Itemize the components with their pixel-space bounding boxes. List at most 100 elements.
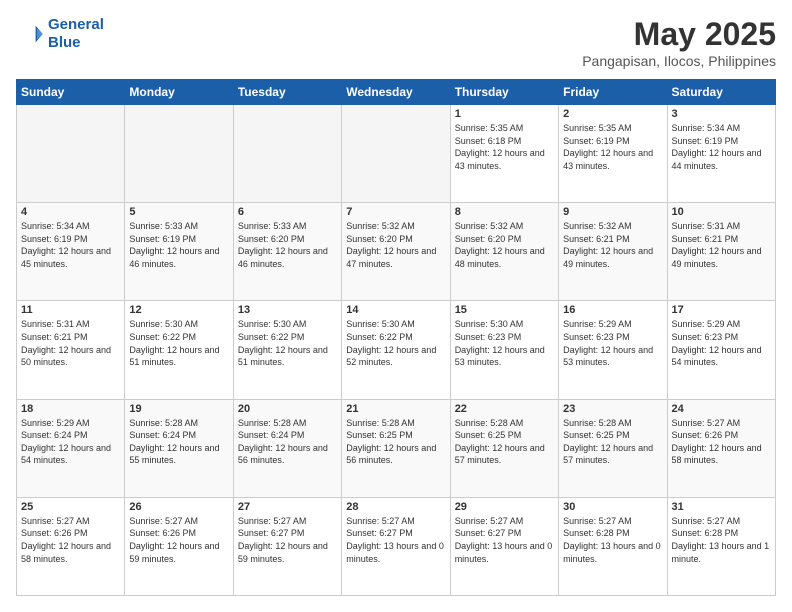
calendar-cell: 19 Sunrise: 5:28 AM Sunset: 6:24 PM Dayl…: [125, 399, 233, 497]
calendar-cell: 14 Sunrise: 5:30 AM Sunset: 6:22 PM Dayl…: [342, 301, 450, 399]
calendar-cell: 15 Sunrise: 5:30 AM Sunset: 6:23 PM Dayl…: [450, 301, 558, 399]
header: General Blue May 2025 Pangapisan, Ilocos…: [16, 16, 776, 69]
calendar-week-row: 11 Sunrise: 5:31 AM Sunset: 6:21 PM Dayl…: [17, 301, 776, 399]
calendar-cell: 3 Sunrise: 5:34 AM Sunset: 6:19 PM Dayli…: [667, 105, 775, 203]
weekday-header: Friday: [559, 80, 667, 105]
weekday-header: Monday: [125, 80, 233, 105]
title-block: May 2025 Pangapisan, Ilocos, Philippines: [582, 16, 776, 69]
calendar-cell: 16 Sunrise: 5:29 AM Sunset: 6:23 PM Dayl…: [559, 301, 667, 399]
day-number: 17: [672, 304, 771, 316]
calendar-cell: 27 Sunrise: 5:27 AM Sunset: 6:27 PM Dayl…: [233, 497, 341, 595]
day-number: 15: [455, 304, 554, 316]
calendar-cell: 30 Sunrise: 5:27 AM Sunset: 6:28 PM Dayl…: [559, 497, 667, 595]
day-info: Sunrise: 5:27 AM Sunset: 6:26 PM Dayligh…: [129, 515, 228, 565]
day-info: Sunrise: 5:34 AM Sunset: 6:19 PM Dayligh…: [21, 220, 120, 270]
calendar-cell: 8 Sunrise: 5:32 AM Sunset: 6:20 PM Dayli…: [450, 203, 558, 301]
weekday-header: Tuesday: [233, 80, 341, 105]
calendar-week-row: 25 Sunrise: 5:27 AM Sunset: 6:26 PM Dayl…: [17, 497, 776, 595]
day-number: 31: [672, 501, 771, 513]
day-number: 19: [129, 403, 228, 415]
day-number: 10: [672, 206, 771, 218]
day-number: 9: [563, 206, 662, 218]
calendar-cell: 26 Sunrise: 5:27 AM Sunset: 6:26 PM Dayl…: [125, 497, 233, 595]
logo-line1: General: [48, 16, 104, 33]
day-info: Sunrise: 5:34 AM Sunset: 6:19 PM Dayligh…: [672, 122, 771, 172]
day-info: Sunrise: 5:27 AM Sunset: 6:26 PM Dayligh…: [21, 515, 120, 565]
calendar-header-row: SundayMondayTuesdayWednesdayThursdayFrid…: [17, 80, 776, 105]
logo-icon: [16, 20, 44, 48]
day-info: Sunrise: 5:29 AM Sunset: 6:23 PM Dayligh…: [672, 318, 771, 368]
calendar-cell: 1 Sunrise: 5:35 AM Sunset: 6:18 PM Dayli…: [450, 105, 558, 203]
calendar-table: SundayMondayTuesdayWednesdayThursdayFrid…: [16, 79, 776, 596]
weekday-header: Thursday: [450, 80, 558, 105]
day-info: Sunrise: 5:29 AM Sunset: 6:23 PM Dayligh…: [563, 318, 662, 368]
day-info: Sunrise: 5:32 AM Sunset: 6:20 PM Dayligh…: [455, 220, 554, 270]
day-number: 6: [238, 206, 337, 218]
calendar-cell: 31 Sunrise: 5:27 AM Sunset: 6:28 PM Dayl…: [667, 497, 775, 595]
day-info: Sunrise: 5:28 AM Sunset: 6:25 PM Dayligh…: [455, 417, 554, 467]
day-info: Sunrise: 5:27 AM Sunset: 6:28 PM Dayligh…: [672, 515, 771, 565]
day-number: 13: [238, 304, 337, 316]
day-info: Sunrise: 5:27 AM Sunset: 6:27 PM Dayligh…: [346, 515, 445, 565]
day-info: Sunrise: 5:32 AM Sunset: 6:20 PM Dayligh…: [346, 220, 445, 270]
day-number: 27: [238, 501, 337, 513]
calendar-cell: 25 Sunrise: 5:27 AM Sunset: 6:26 PM Dayl…: [17, 497, 125, 595]
day-info: Sunrise: 5:30 AM Sunset: 6:23 PM Dayligh…: [455, 318, 554, 368]
calendar-cell: [342, 105, 450, 203]
calendar-cell: 29 Sunrise: 5:27 AM Sunset: 6:27 PM Dayl…: [450, 497, 558, 595]
day-number: 26: [129, 501, 228, 513]
page: General Blue May 2025 Pangapisan, Ilocos…: [0, 0, 792, 612]
day-info: Sunrise: 5:28 AM Sunset: 6:24 PM Dayligh…: [238, 417, 337, 467]
day-number: 18: [21, 403, 120, 415]
calendar-cell: 17 Sunrise: 5:29 AM Sunset: 6:23 PM Dayl…: [667, 301, 775, 399]
calendar-cell: [233, 105, 341, 203]
day-info: Sunrise: 5:30 AM Sunset: 6:22 PM Dayligh…: [238, 318, 337, 368]
logo: General Blue: [16, 16, 104, 52]
main-title: May 2025: [582, 16, 776, 53]
day-info: Sunrise: 5:31 AM Sunset: 6:21 PM Dayligh…: [672, 220, 771, 270]
day-number: 7: [346, 206, 445, 218]
logo-line2: Blue: [48, 34, 104, 52]
day-number: 25: [21, 501, 120, 513]
day-info: Sunrise: 5:27 AM Sunset: 6:28 PM Dayligh…: [563, 515, 662, 565]
day-info: Sunrise: 5:31 AM Sunset: 6:21 PM Dayligh…: [21, 318, 120, 368]
calendar-cell: 13 Sunrise: 5:30 AM Sunset: 6:22 PM Dayl…: [233, 301, 341, 399]
calendar-cell: 4 Sunrise: 5:34 AM Sunset: 6:19 PM Dayli…: [17, 203, 125, 301]
weekday-header: Saturday: [667, 80, 775, 105]
day-number: 21: [346, 403, 445, 415]
calendar-week-row: 1 Sunrise: 5:35 AM Sunset: 6:18 PM Dayli…: [17, 105, 776, 203]
day-info: Sunrise: 5:28 AM Sunset: 6:25 PM Dayligh…: [563, 417, 662, 467]
calendar-cell: 5 Sunrise: 5:33 AM Sunset: 6:19 PM Dayli…: [125, 203, 233, 301]
day-info: Sunrise: 5:28 AM Sunset: 6:24 PM Dayligh…: [129, 417, 228, 467]
calendar-cell: 22 Sunrise: 5:28 AM Sunset: 6:25 PM Dayl…: [450, 399, 558, 497]
day-number: 30: [563, 501, 662, 513]
calendar-cell: 24 Sunrise: 5:27 AM Sunset: 6:26 PM Dayl…: [667, 399, 775, 497]
day-number: 29: [455, 501, 554, 513]
day-number: 11: [21, 304, 120, 316]
calendar-cell: 20 Sunrise: 5:28 AM Sunset: 6:24 PM Dayl…: [233, 399, 341, 497]
calendar-cell: 12 Sunrise: 5:30 AM Sunset: 6:22 PM Dayl…: [125, 301, 233, 399]
calendar-cell: 7 Sunrise: 5:32 AM Sunset: 6:20 PM Dayli…: [342, 203, 450, 301]
day-number: 23: [563, 403, 662, 415]
calendar-cell: 18 Sunrise: 5:29 AM Sunset: 6:24 PM Dayl…: [17, 399, 125, 497]
calendar-cell: 21 Sunrise: 5:28 AM Sunset: 6:25 PM Dayl…: [342, 399, 450, 497]
calendar-cell: [17, 105, 125, 203]
day-number: 20: [238, 403, 337, 415]
day-number: 1: [455, 108, 554, 120]
day-info: Sunrise: 5:27 AM Sunset: 6:27 PM Dayligh…: [238, 515, 337, 565]
day-number: 5: [129, 206, 228, 218]
calendar-week-row: 18 Sunrise: 5:29 AM Sunset: 6:24 PM Dayl…: [17, 399, 776, 497]
day-number: 28: [346, 501, 445, 513]
day-number: 2: [563, 108, 662, 120]
logo-text: General Blue: [48, 16, 104, 52]
day-info: Sunrise: 5:35 AM Sunset: 6:18 PM Dayligh…: [455, 122, 554, 172]
day-info: Sunrise: 5:35 AM Sunset: 6:19 PM Dayligh…: [563, 122, 662, 172]
day-info: Sunrise: 5:33 AM Sunset: 6:20 PM Dayligh…: [238, 220, 337, 270]
weekday-header: Wednesday: [342, 80, 450, 105]
subtitle: Pangapisan, Ilocos, Philippines: [582, 53, 776, 69]
day-info: Sunrise: 5:33 AM Sunset: 6:19 PM Dayligh…: [129, 220, 228, 270]
calendar-cell: 23 Sunrise: 5:28 AM Sunset: 6:25 PM Dayl…: [559, 399, 667, 497]
day-info: Sunrise: 5:27 AM Sunset: 6:26 PM Dayligh…: [672, 417, 771, 467]
day-info: Sunrise: 5:29 AM Sunset: 6:24 PM Dayligh…: [21, 417, 120, 467]
day-info: Sunrise: 5:32 AM Sunset: 6:21 PM Dayligh…: [563, 220, 662, 270]
